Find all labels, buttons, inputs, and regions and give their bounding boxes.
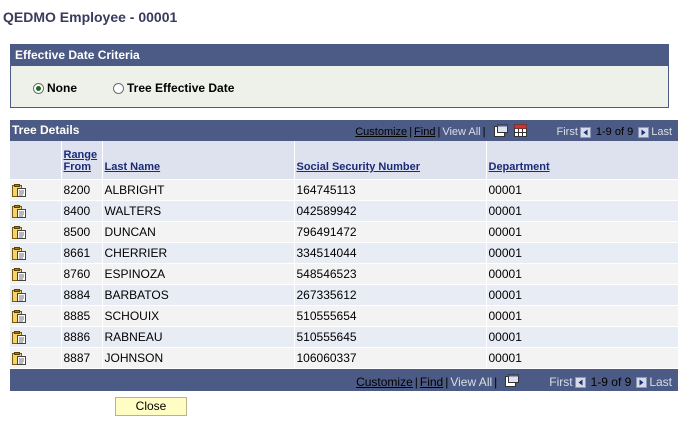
row-detail-icon[interactable] bbox=[12, 247, 27, 261]
cell-ssn: 548546523 bbox=[294, 263, 487, 285]
table-row: 8500 DUNCAN 796491472 00001 bbox=[10, 221, 679, 243]
cell-last-name: BARBATOS bbox=[102, 284, 295, 306]
cell-department: 00001 bbox=[486, 200, 679, 222]
table-row: 8200 ALBRIGHT 164745113 00001 bbox=[10, 179, 679, 201]
cell-department: 00001 bbox=[486, 263, 679, 285]
page-title: QEDMO Employee - 00001 bbox=[3, 9, 178, 25]
effective-date-criteria-box: Effective Date Criteria None Tree Effect… bbox=[10, 44, 669, 108]
cell-last-name: ALBRIGHT bbox=[102, 179, 295, 201]
row-detail-icon[interactable] bbox=[12, 289, 27, 303]
radio-tree-effective-date-button[interactable] bbox=[113, 82, 124, 94]
col-header-range-from[interactable]: Range From bbox=[61, 141, 103, 180]
tree-details-grid: Tree Details Customize | Find | View All… bbox=[10, 120, 679, 391]
col-header-icon bbox=[10, 141, 62, 180]
cell-range-from: 8760 bbox=[61, 263, 103, 285]
table-body: 8200 ALBRIGHT 164745113 00001 8400 WALTE… bbox=[10, 179, 679, 369]
radio-none[interactable]: None bbox=[33, 81, 77, 95]
cell-last-name: DUNCAN bbox=[102, 221, 295, 243]
table-row: 8886 RABNEAU 510555645 00001 bbox=[10, 326, 679, 348]
tree-details-table: Range From Last Name Social Security Num… bbox=[10, 141, 679, 369]
cell-department: 00001 bbox=[486, 242, 679, 264]
cell-ssn: 164745113 bbox=[294, 179, 487, 201]
cell-department: 00001 bbox=[486, 305, 679, 327]
table-row: 8885 SCHOUIX 510555654 00001 bbox=[10, 305, 679, 327]
cell-department: 00001 bbox=[486, 284, 679, 306]
customize-link[interactable]: Customize bbox=[355, 126, 407, 138]
cell-last-name: SCHOUIX bbox=[102, 305, 295, 327]
new-window-icon[interactable] bbox=[493, 124, 508, 140]
view-all-link-bottom[interactable]: View All bbox=[450, 375, 492, 389]
col-header-ssn[interactable]: Social Security Number bbox=[294, 141, 487, 180]
new-window-icon[interactable] bbox=[505, 374, 520, 390]
cell-ssn: 796491472 bbox=[294, 221, 487, 243]
row-detail-icon[interactable] bbox=[12, 184, 27, 198]
cell-last-name: CHERRIER bbox=[102, 242, 295, 264]
cell-range-from: 8400 bbox=[61, 200, 103, 222]
cell-ssn: 106060337 bbox=[294, 347, 487, 369]
cell-department: 00001 bbox=[486, 326, 679, 348]
first-label-bottom: First bbox=[549, 375, 573, 389]
cell-last-name: JOHNSON bbox=[102, 347, 295, 369]
cell-ssn: 510555645 bbox=[294, 326, 487, 348]
radio-none-button[interactable] bbox=[33, 82, 44, 94]
row-detail-icon[interactable] bbox=[12, 331, 27, 345]
cell-ssn: 267335612 bbox=[294, 284, 487, 306]
criteria-header: Effective Date Criteria bbox=[11, 45, 668, 66]
table-row: 8884 BARBATOS 267335612 00001 bbox=[10, 284, 679, 306]
last-label: Last bbox=[651, 126, 672, 138]
radio-none-label: None bbox=[47, 81, 77, 95]
table-row: 8887 JOHNSON 106060337 00001 bbox=[10, 347, 679, 369]
cell-range-from: 8500 bbox=[61, 221, 103, 243]
col-header-department[interactable]: Department bbox=[486, 141, 679, 180]
cell-range-from: 8200 bbox=[61, 179, 103, 201]
cell-ssn: 334514044 bbox=[294, 242, 487, 264]
cell-last-name: ESPINOZA bbox=[102, 263, 295, 285]
close-button[interactable]: Close bbox=[115, 397, 187, 416]
next-page-icon[interactable] bbox=[636, 376, 648, 388]
grid-nav-top: Customize | Find | View All | First 1-9 … bbox=[355, 124, 672, 140]
cell-last-name: RABNEAU bbox=[102, 326, 295, 348]
cell-range-from: 8661 bbox=[61, 242, 103, 264]
table-row: 8760 ESPINOZA 548546523 00001 bbox=[10, 263, 679, 285]
criteria-radio-group: None Tree Effective Date bbox=[33, 81, 270, 95]
table-row: 8661 CHERRIER 334514044 00001 bbox=[10, 242, 679, 264]
row-detail-icon[interactable] bbox=[12, 310, 27, 324]
cell-department: 00001 bbox=[486, 179, 679, 201]
cell-department: 00001 bbox=[486, 347, 679, 369]
view-all-link[interactable]: View All bbox=[442, 126, 480, 138]
first-label: First bbox=[556, 126, 578, 138]
col-header-last-name[interactable]: Last Name bbox=[102, 141, 295, 180]
radio-tree-effective-date-label: Tree Effective Date bbox=[127, 81, 235, 95]
cell-range-from: 8887 bbox=[61, 347, 103, 369]
customize-link-bottom[interactable]: Customize bbox=[356, 375, 413, 389]
grid-title: Tree Details bbox=[12, 123, 80, 137]
cell-range-from: 8884 bbox=[61, 284, 103, 306]
row-detail-icon[interactable] bbox=[12, 205, 27, 219]
cell-range-from: 8886 bbox=[61, 326, 103, 348]
previous-page-icon[interactable] bbox=[579, 126, 591, 138]
find-link[interactable]: Find bbox=[414, 126, 435, 138]
table-row: 8400 WALTERS 042589942 00001 bbox=[10, 200, 679, 222]
cell-department: 00001 bbox=[486, 221, 679, 243]
previous-page-icon[interactable] bbox=[574, 376, 586, 388]
cell-last-name: WALTERS bbox=[102, 200, 295, 222]
row-count: 1-9 of 9 bbox=[595, 126, 634, 138]
next-page-icon[interactable] bbox=[638, 126, 650, 138]
table-header-row: Range From Last Name Social Security Num… bbox=[10, 141, 679, 180]
grid-header-bar: Tree Details Customize | Find | View All… bbox=[10, 120, 678, 141]
cell-ssn: 510555654 bbox=[294, 305, 487, 327]
download-spreadsheet-icon[interactable] bbox=[513, 124, 527, 140]
find-link-bottom[interactable]: Find bbox=[420, 375, 443, 389]
row-detail-icon[interactable] bbox=[12, 226, 27, 240]
row-count-bottom: 1-9 of 9 bbox=[590, 375, 632, 389]
last-label-bottom: Last bbox=[649, 375, 672, 389]
radio-tree-effective-date[interactable]: Tree Effective Date bbox=[113, 81, 234, 95]
cell-range-from: 8885 bbox=[61, 305, 103, 327]
grid-nav-bottom: Customize | Find | View All | First 1-9 … bbox=[356, 374, 672, 390]
row-detail-icon[interactable] bbox=[12, 268, 27, 282]
cell-ssn: 042589942 bbox=[294, 200, 487, 222]
grid-footer-bar: Customize | Find | View All | First 1-9 … bbox=[10, 369, 678, 391]
row-detail-icon[interactable] bbox=[12, 352, 27, 366]
